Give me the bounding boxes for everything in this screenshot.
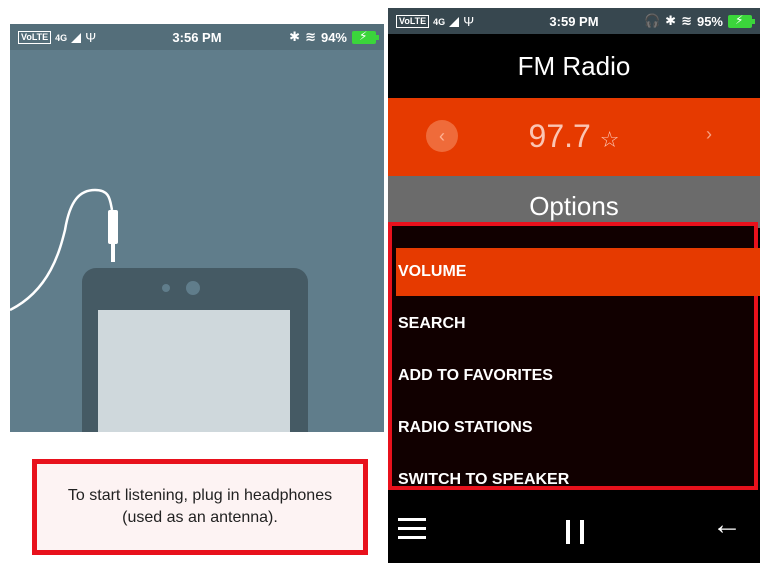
left-phone-screen: VoLTE 4G Ψ 3:56 PM ✱ ≋ 94% ⚡ <box>10 24 384 432</box>
menu-item-radio-stations[interactable]: RADIO STATIONS <box>396 404 760 452</box>
options-header: Options <box>388 176 760 228</box>
status-bar: VoLTE 4G Ψ 3:59 PM 🎧 ✱ ≋ 95% ⚡ <box>388 8 760 34</box>
pause-icon[interactable] <box>564 520 586 544</box>
status-right: 🎧 ✱ ≋ 95% ⚡ <box>643 13 755 29</box>
chevron-right-icon[interactable]: › <box>706 124 712 145</box>
phone-illustration <box>82 268 308 432</box>
frequency-bar: ‹ 97.7 ☆ › <box>388 98 760 176</box>
camera-dot <box>162 284 170 292</box>
battery-icon: ⚡ <box>728 13 755 28</box>
menu-item-search[interactable]: SEARCH <box>396 300 760 348</box>
battery-percent: 95% <box>696 13 723 29</box>
frequency-display: 97.7 ☆ <box>388 118 760 155</box>
frequency-value: 97.7 <box>528 118 591 154</box>
hamburger-icon[interactable] <box>398 518 426 545</box>
menu-item-add-to-favorites[interactable]: ADD TO FAVORITES <box>396 352 760 400</box>
vibrate-icon: ≋ <box>305 29 316 44</box>
phone-screen-illustration <box>98 310 290 432</box>
battery-icon: ⚡ <box>352 29 379 44</box>
star-icon[interactable]: ☆ <box>600 127 620 152</box>
bottom-softkeys: ← <box>388 490 760 563</box>
headphones-notice: To start listening, plug in headphones (… <box>32 459 368 555</box>
bluetooth-icon: ✱ <box>665 13 677 28</box>
status-bar: VoLTE 4G Ψ 3:56 PM ✱ ≋ 94% ⚡ <box>10 24 384 50</box>
headphones-illustration <box>10 50 384 432</box>
status-right: ✱ ≋ 94% ⚡ <box>289 29 379 45</box>
back-arrow-icon[interactable]: ← <box>712 508 742 542</box>
bluetooth-icon: ✱ <box>289 29 301 44</box>
menu-item-volume[interactable]: VOLUME <box>396 248 760 296</box>
headphones-icon: 🎧 <box>643 13 661 28</box>
app-title: FM Radio <box>388 35 760 97</box>
vibrate-icon: ≋ <box>681 13 692 28</box>
right-phone-screen: VoLTE 4G Ψ 3:59 PM 🎧 ✱ ≋ 95% ⚡ FM Radio … <box>388 8 760 563</box>
sensor-dot <box>186 281 200 295</box>
options-menu: VOLUME SEARCH ADD TO FAVORITES RADIO STA… <box>388 222 760 490</box>
battery-percent: 94% <box>320 29 347 45</box>
